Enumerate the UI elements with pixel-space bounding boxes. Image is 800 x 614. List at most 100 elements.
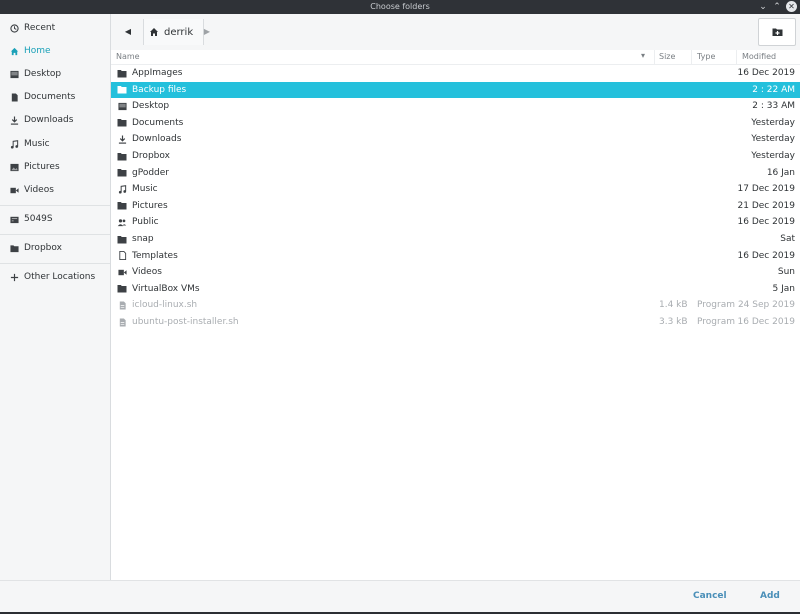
sidebar-item-label: Pictures xyxy=(24,162,60,172)
file-name: Videos xyxy=(132,267,162,278)
new-folder-icon xyxy=(772,27,783,37)
file-row[interactable]: icloud-linux.sh 1.4 kB Program 24 Sep 2019 xyxy=(111,297,800,313)
column-divider xyxy=(736,50,737,64)
folder-icon xyxy=(117,201,127,211)
file-modified: 2 : 22 AM xyxy=(752,84,795,95)
sidebar-item-videos[interactable]: Videos xyxy=(0,180,110,200)
minimize-icon[interactable]: ⌄ xyxy=(757,1,769,13)
file-name: Pictures xyxy=(132,200,168,211)
sidebar-item-desktop[interactable]: Desktop xyxy=(0,64,110,84)
file-name: Desktop xyxy=(132,101,170,112)
template-icon xyxy=(117,251,127,261)
sidebar-item-pictures[interactable]: Pictures xyxy=(0,157,110,177)
file-type: Program xyxy=(697,317,735,327)
folder-icon xyxy=(117,68,127,78)
path-label: derrik xyxy=(164,26,194,38)
file-row[interactable]: VirtualBox VMs 5 Jan xyxy=(111,281,800,297)
sidebar-item-label: Dropbox xyxy=(24,243,62,253)
column-divider xyxy=(691,50,692,64)
maximize-icon[interactable]: ⌃ xyxy=(771,1,783,13)
file-size: 1.4 kB xyxy=(659,300,688,311)
sort-arrow-icon[interactable]: ▾ xyxy=(641,51,645,60)
file-row[interactable]: AppImages 16 Dec 2019 xyxy=(111,65,800,81)
file-name: VirtualBox VMs xyxy=(132,283,200,294)
sidebar-item-label: Videos xyxy=(24,185,54,195)
file-row[interactable]: Dropbox Yesterday xyxy=(111,148,800,164)
sidebar-item-other-locations[interactable]: Other Locations xyxy=(0,267,110,287)
sidebar-item-label: Music xyxy=(24,139,50,149)
sidebar-item-recent[interactable]: Recent xyxy=(0,18,110,38)
picture-icon xyxy=(10,163,19,172)
document-icon xyxy=(10,92,19,102)
new-folder-button[interactable] xyxy=(758,18,796,46)
music-icon xyxy=(10,139,19,149)
file-row[interactable]: Downloads Yesterday xyxy=(111,131,800,147)
download-icon xyxy=(117,134,127,144)
column-name[interactable]: Name xyxy=(116,52,140,61)
file-row[interactable]: snap Sat xyxy=(111,231,800,247)
file-row[interactable]: Public 16 Dec 2019 xyxy=(111,214,800,230)
path-bar-home[interactable]: derrik xyxy=(143,19,205,45)
folder-icon xyxy=(117,85,127,95)
file-modified: 5 Jan xyxy=(772,283,795,294)
file-name: ubuntu-post-installer.sh xyxy=(132,317,239,327)
cancel-button[interactable]: Cancel xyxy=(693,591,727,601)
column-type[interactable]: Type xyxy=(697,52,715,61)
file-row[interactable]: gPodder 16 Jan xyxy=(111,165,800,181)
title-bar: Choose folders ⌄ ⌃ ✕ xyxy=(0,0,800,14)
sidebar-item-downloads[interactable]: Downloads xyxy=(0,110,110,130)
file-row[interactable]: ubuntu-post-installer.sh 3.3 kB Program 16 … xyxy=(111,314,800,330)
file-size: 3.3 kB xyxy=(659,317,688,327)
file-name: Backup files xyxy=(132,84,187,95)
file-modified: 16 Dec 2019 xyxy=(737,250,796,261)
back-arrow-icon[interactable]: ◀ xyxy=(121,24,135,40)
file-modified: Yesterday xyxy=(751,117,795,128)
sidebar-item-label: Home xyxy=(24,46,51,56)
add-button[interactable]: Add xyxy=(760,591,780,601)
column-size[interactable]: Size xyxy=(659,52,675,61)
sidebar-item-dropbox[interactable]: Dropbox xyxy=(0,238,110,258)
places-sidebar: Recent Home Desktop Documents Downloads Music… xyxy=(0,14,111,580)
file-row[interactable]: Templates 16 Dec 2019 xyxy=(111,248,800,264)
close-icon[interactable]: ✕ xyxy=(786,1,797,12)
forward-arrow-icon[interactable]: ▶ xyxy=(200,24,214,40)
sidebar-separator xyxy=(0,263,110,264)
column-modified[interactable]: Modified xyxy=(742,52,776,61)
file-row[interactable]: Backup files 2 : 22 AM xyxy=(111,81,800,98)
file-modified: 21 Dec 2019 xyxy=(737,200,796,211)
file-modified: 16 Dec 2019 xyxy=(737,317,796,327)
file-row[interactable]: Desktop 2 : 33 AM xyxy=(111,98,800,114)
folder-icon xyxy=(10,244,19,253)
file-name: Templates xyxy=(132,250,178,261)
sidebar-item-documents[interactable]: Documents xyxy=(0,87,110,107)
sidebar-item-label: Desktop xyxy=(24,69,62,79)
file-name: icloud-linux.sh xyxy=(132,300,198,311)
column-header: Name ▾ Size Type Modified xyxy=(111,50,800,65)
file-name: Documents xyxy=(132,117,184,128)
file-row[interactable]: Videos Sun xyxy=(111,264,800,280)
file-row[interactable]: Pictures 21 Dec 2019 xyxy=(111,198,800,214)
file-modified: Sat xyxy=(780,234,795,244)
window-title: Choose folders xyxy=(370,2,430,11)
file-row[interactable]: Music 17 Dec 2019 xyxy=(111,181,800,197)
sidebar-item-5049s[interactable]: 5049S xyxy=(0,209,110,229)
folder-icon xyxy=(117,284,127,294)
file-type: Program xyxy=(697,300,735,311)
sidebar-item-home[interactable]: Home xyxy=(0,41,110,61)
file-modified: Yesterday xyxy=(751,134,795,145)
folder-icon xyxy=(117,168,127,178)
sidebar-item-music[interactable]: Music xyxy=(0,134,110,154)
clock-icon xyxy=(10,23,19,33)
file-name: AppImages xyxy=(132,68,183,78)
desktop-icon xyxy=(10,70,19,79)
file-modified: 16 Dec 2019 xyxy=(737,217,796,228)
sidebar-separator xyxy=(0,205,110,206)
sidebar-item-label: Documents xyxy=(24,92,76,102)
toolbar: ◀ derrik ▶ xyxy=(111,14,800,50)
music-icon xyxy=(117,184,127,194)
file-name: Dropbox xyxy=(132,151,170,161)
sidebar-item-label: Downloads xyxy=(24,115,74,125)
desktop-icon xyxy=(117,101,127,111)
file-row[interactable]: Documents Yesterday xyxy=(111,115,800,131)
file-name: Downloads xyxy=(132,134,182,145)
